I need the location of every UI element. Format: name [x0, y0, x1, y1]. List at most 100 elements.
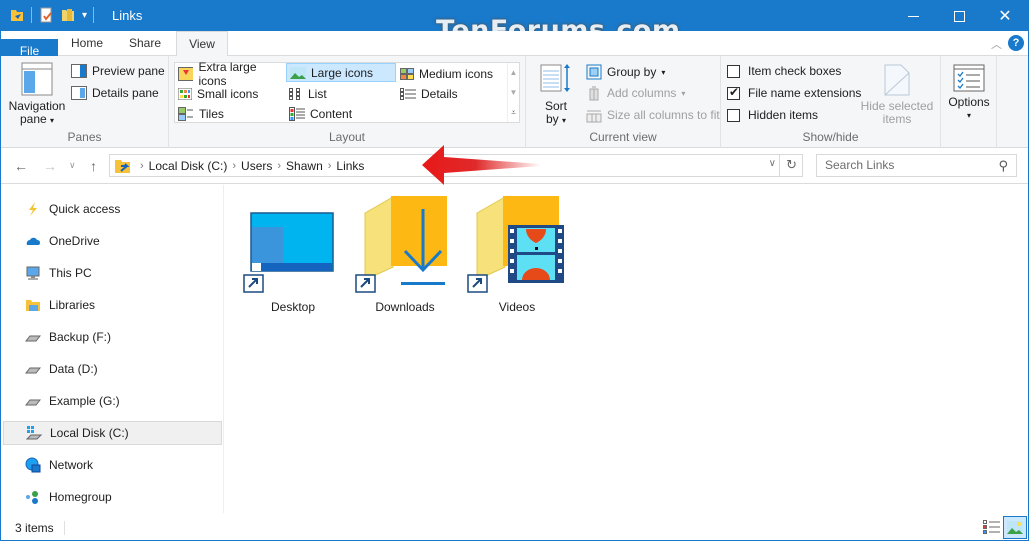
search-icon[interactable]: ⚲	[998, 155, 1008, 176]
drive-icon	[25, 335, 41, 342]
scroll-down-icon[interactable]: ▼	[508, 83, 519, 103]
file-item-downloads[interactable]: Downloads	[355, 193, 455, 314]
breadcrumb-users[interactable]: Users	[241, 159, 272, 173]
layout-large-icons[interactable]: Large icons	[286, 63, 396, 82]
collapse-ribbon-icon[interactable]: ︿	[991, 36, 1002, 52]
gallery-more-icon[interactable]: ⩡	[508, 103, 519, 122]
navigation-pane-button[interactable]: Navigation pane ▾	[7, 62, 67, 127]
maximize-icon	[953, 10, 965, 22]
address-dropdown-icon[interactable]: ∨	[769, 158, 776, 169]
sidebar-item-backup[interactable]: Backup (F:)	[3, 325, 222, 349]
file-item-videos[interactable]: Videos	[467, 193, 567, 314]
large-icons-icon	[290, 66, 306, 79]
maximize-button[interactable]	[936, 1, 982, 31]
close-button[interactable]: ✕	[982, 1, 1028, 31]
layout-content[interactable]: Content	[286, 104, 396, 123]
file-name-extensions-toggle[interactable]: ✔ File name extensions	[727, 85, 861, 100]
file-item-desktop[interactable]: Desktop	[243, 193, 343, 314]
layout-gallery-scroll[interactable]: ▲ ▼ ⩡	[507, 63, 519, 122]
sidebar-item-label: Backup (F:)	[49, 330, 112, 344]
sidebar-item-example[interactable]: Example (G:)	[3, 389, 222, 413]
preview-pane-button[interactable]: Preview pane	[71, 64, 165, 78]
breadcrumb-separator[interactable]: ›	[232, 160, 236, 172]
layout-details[interactable]: Details	[397, 84, 507, 103]
large-icons-view-button[interactable]	[1003, 516, 1027, 539]
list-icon	[289, 87, 300, 100]
large-icons-view-icon	[1007, 521, 1023, 534]
sidebar-item-homegroup[interactable]: Homegroup	[3, 485, 222, 509]
sidebar-item-libraries[interactable]: Libraries	[3, 293, 222, 317]
size-columns-button[interactable]: Size all columns to fit	[586, 107, 720, 123]
up-button[interactable]: ↑	[90, 158, 97, 174]
title-bar: ▾ Links TenForums.com ✕	[1, 1, 1028, 46]
sidebar-item-label: Example (G:)	[49, 394, 120, 408]
forward-button[interactable]: →	[43, 158, 57, 174]
sidebar-item-local-disk[interactable]: Local Disk (C:)	[3, 421, 222, 445]
ribbon-tabs: File Home Share View ︿ ?	[1, 31, 1028, 64]
extra-large-icons-icon	[178, 66, 194, 81]
annotation-arrow	[422, 145, 541, 185]
item-check-boxes-label: Item check boxes	[748, 64, 842, 78]
layout-medium-icons[interactable]: Medium icons	[397, 64, 507, 83]
navigation-pane-icon	[21, 62, 53, 96]
search-input[interactable]: Search Links ⚲	[816, 154, 1017, 177]
customize-qat-dropdown[interactable]: ▾	[82, 10, 87, 21]
breadcrumb-local-disk[interactable]: Local Disk (C:)	[149, 159, 228, 173]
hidden-items-toggle[interactable]: Hidden items	[727, 108, 818, 122]
refresh-icon[interactable]: ↻	[786, 157, 797, 173]
quick-access-icon	[29, 202, 37, 216]
layout-list[interactable]: List	[286, 84, 396, 103]
new-folder-icon[interactable]	[60, 7, 76, 23]
add-columns-button[interactable]: Add columns ▾	[586, 85, 685, 101]
help-icon[interactable]: ?	[1008, 35, 1024, 51]
preview-pane-label: Preview pane	[92, 64, 165, 78]
scroll-up-icon[interactable]: ▲	[508, 63, 519, 83]
hide-selected-items-button[interactable]: Hide selected items	[859, 64, 935, 126]
layout-tiles[interactable]: Tiles	[175, 104, 285, 123]
hide-selected-items-icon	[884, 64, 910, 96]
minimize-button[interactable]	[890, 1, 936, 31]
options-label: Options	[948, 95, 990, 109]
explorer-app-icon[interactable]	[9, 7, 25, 23]
chevron-down-icon: ▾	[661, 67, 666, 77]
onedrive-icon	[26, 237, 41, 245]
file-name-extensions-checkbox[interactable]: ✔	[727, 85, 740, 100]
tab-share[interactable]: Share	[117, 31, 173, 56]
breadcrumb-separator[interactable]: ›	[140, 160, 144, 172]
details-icon	[400, 87, 416, 100]
item-check-boxes-toggle[interactable]: Item check boxes	[727, 64, 841, 78]
sidebar-item-quick-access[interactable]: Quick access	[3, 197, 222, 221]
tab-home[interactable]: Home	[61, 31, 113, 56]
back-button[interactable]: ←	[14, 158, 28, 174]
add-columns-label: Add columns	[607, 86, 677, 100]
system-drive-icon	[26, 426, 42, 440]
sidebar-item-network[interactable]: Network	[3, 453, 222, 477]
group-by-button[interactable]: Group by ▾	[586, 64, 665, 80]
breadcrumb-separator[interactable]: ›	[328, 160, 332, 172]
item-check-boxes-checkbox[interactable]	[727, 64, 740, 78]
recent-locations-button[interactable]: ∨	[69, 160, 76, 171]
hide-selected-label-2: items	[882, 112, 912, 126]
sort-by-button[interactable]: Sort by ▾	[538, 62, 574, 127]
layout-small-icons[interactable]: Small icons	[175, 84, 285, 103]
layout-content-label: Content	[310, 106, 353, 121]
close-icon: ✕	[998, 8, 1012, 25]
layout-extra-large-icons[interactable]: Extra large icons	[175, 60, 285, 88]
details-view-button[interactable]	[983, 520, 1000, 537]
breadcrumb-separator[interactable]: ›	[277, 160, 281, 172]
details-pane-button[interactable]: Details pane	[71, 86, 159, 100]
sidebar-item-label: Local Disk (C:)	[50, 426, 129, 440]
options-group: Options ▾	[941, 56, 997, 148]
hidden-items-checkbox[interactable]	[727, 108, 740, 122]
properties-icon[interactable]	[38, 7, 54, 23]
breadcrumb-links[interactable]: Links	[336, 159, 364, 173]
layout-list-label: List	[308, 86, 327, 101]
breadcrumb-shawn[interactable]: Shawn	[286, 159, 323, 173]
navigation-pane: Quick access OneDrive This PC Libraries …	[1, 185, 224, 513]
tab-view[interactable]: View	[176, 31, 228, 57]
homegroup-icon	[26, 491, 38, 504]
sidebar-item-this-pc[interactable]: This PC	[3, 261, 222, 285]
options-button[interactable]: Options ▾	[943, 64, 995, 122]
sidebar-item-onedrive[interactable]: OneDrive	[3, 229, 222, 253]
sidebar-item-data[interactable]: Data (D:)	[3, 357, 222, 381]
